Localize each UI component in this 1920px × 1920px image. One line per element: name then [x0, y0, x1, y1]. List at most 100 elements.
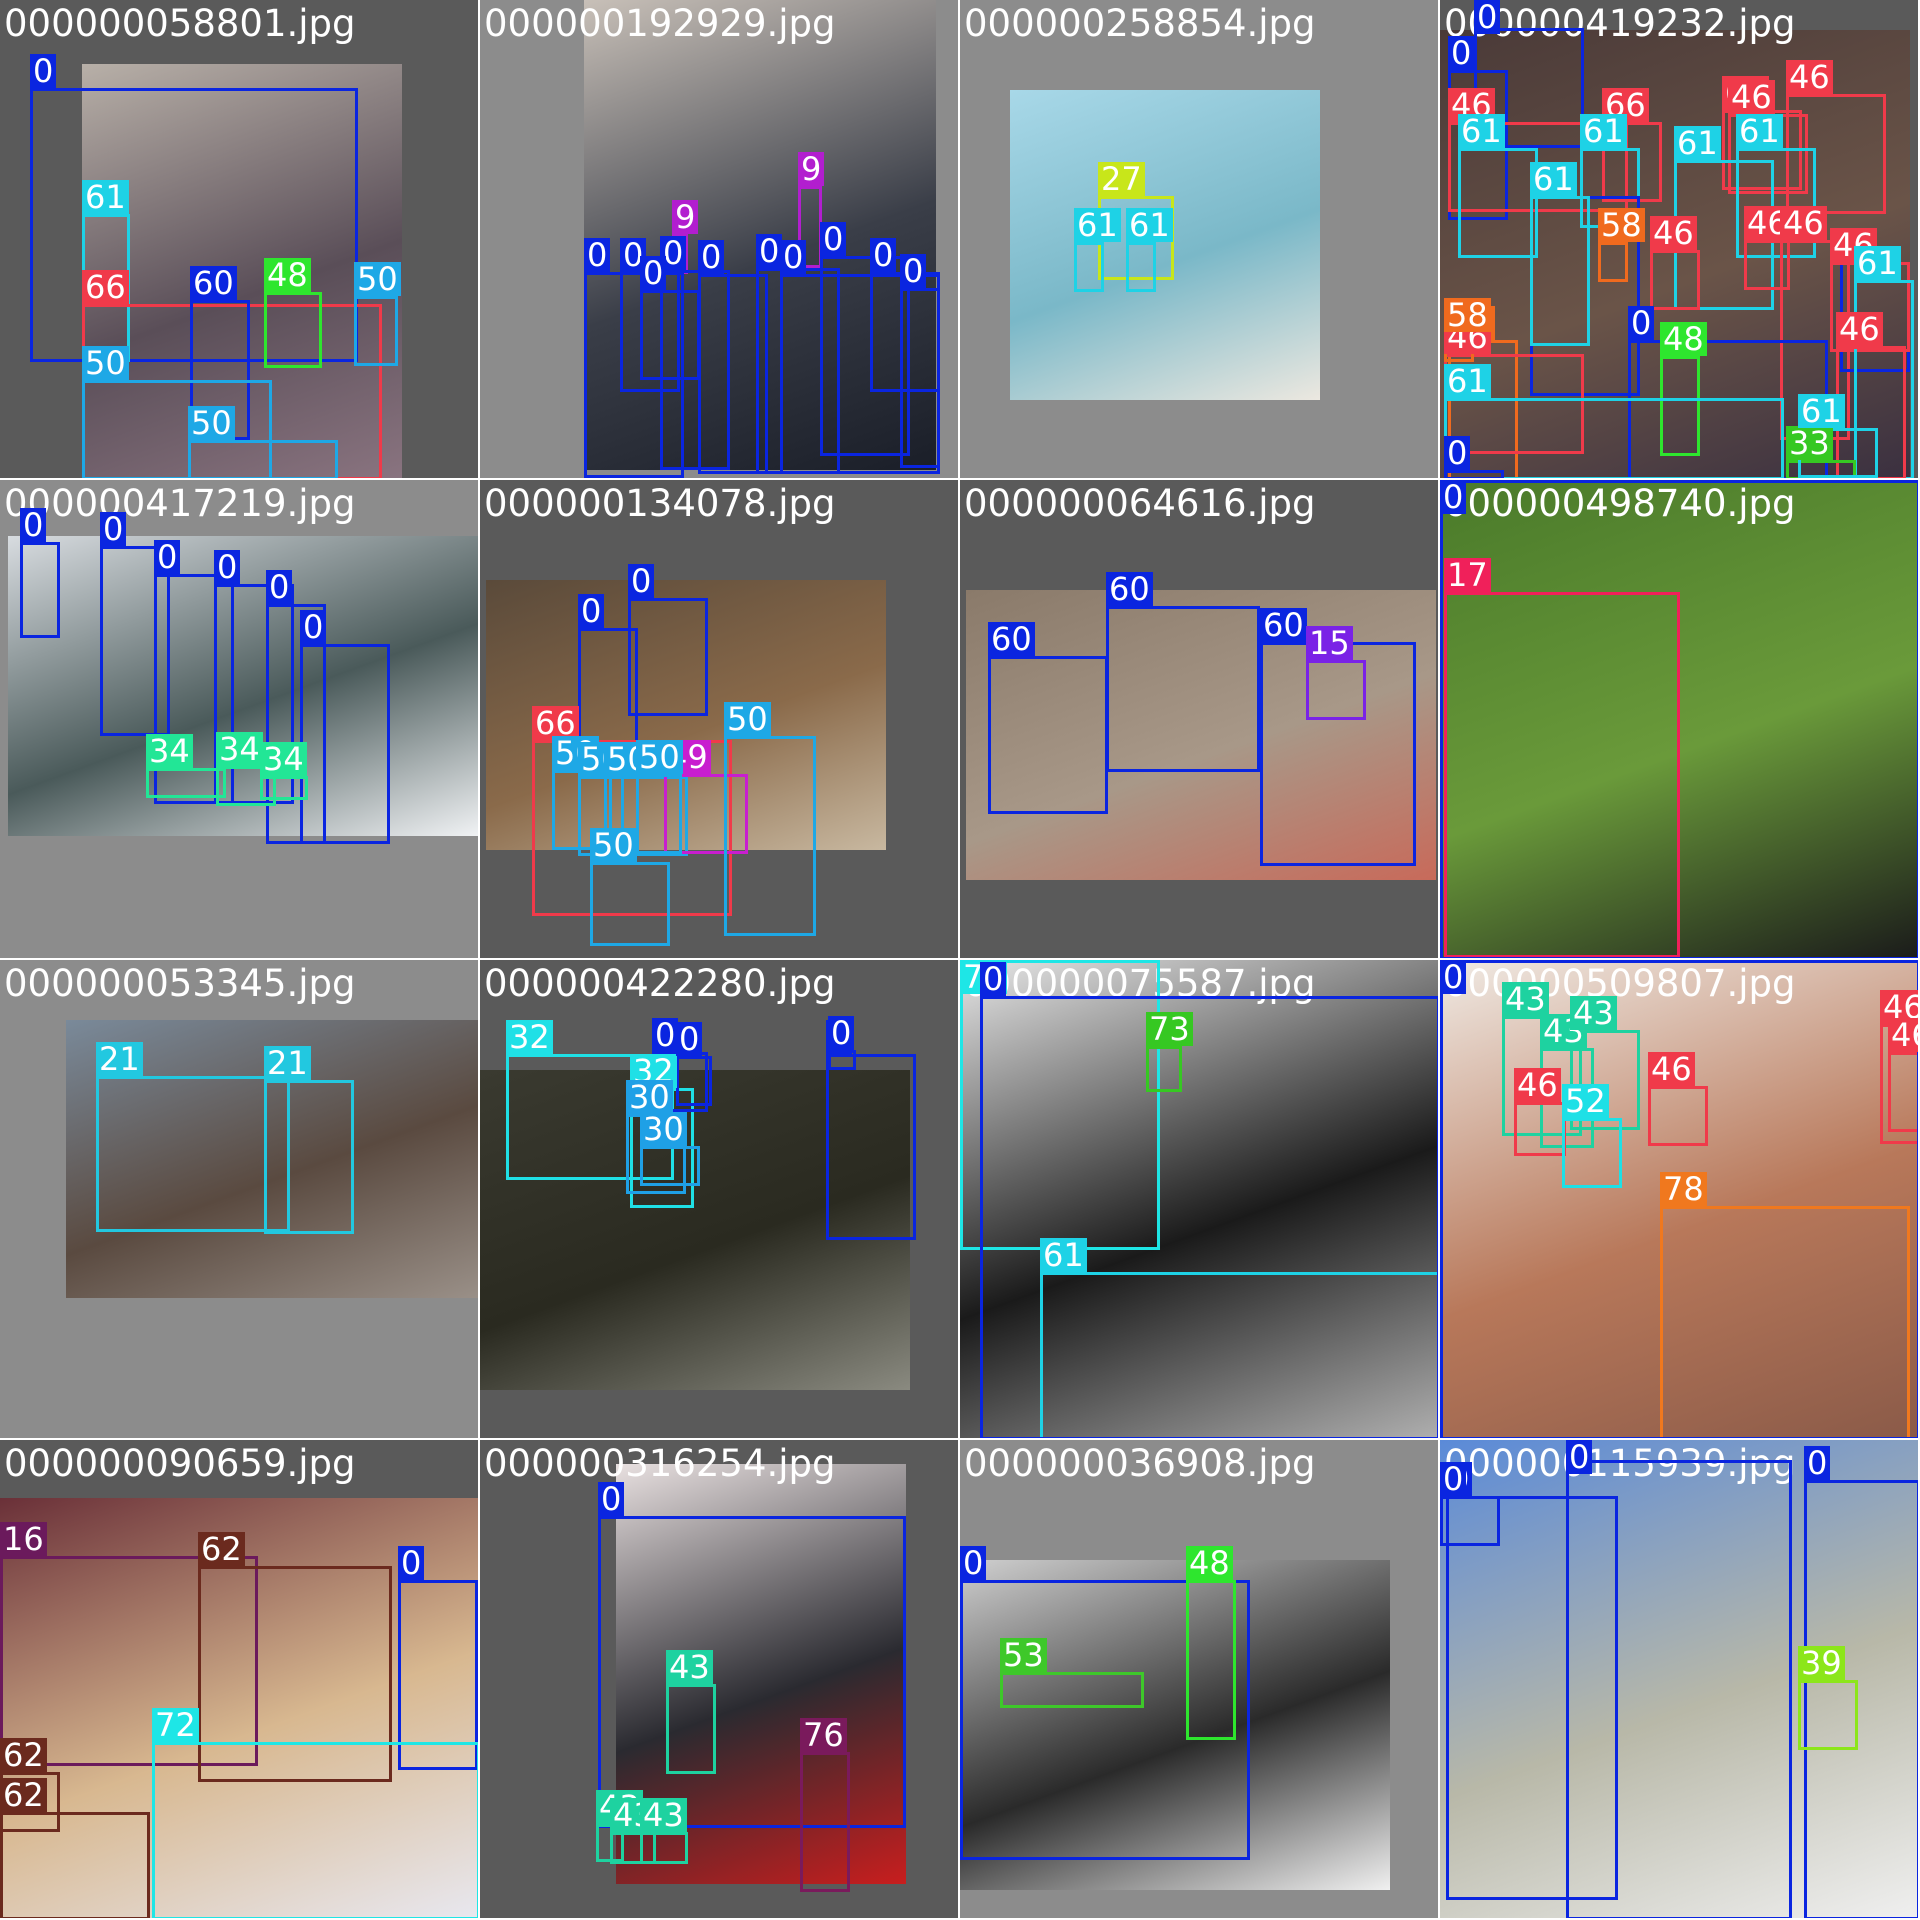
detection-box — [724, 736, 816, 936]
detection-label: 43 — [666, 1650, 713, 1684]
detection-label: 58 — [1598, 208, 1645, 242]
detection-box — [640, 290, 700, 380]
detection-box — [1106, 606, 1260, 772]
tile-filename: 000000090659.jpg — [4, 1442, 356, 1485]
detection-box — [636, 774, 682, 854]
tile-filename: 000000422280.jpg — [484, 962, 836, 1005]
detection-box — [1306, 660, 1366, 720]
detection-label: 0 — [960, 1546, 987, 1580]
detection-box — [1598, 242, 1628, 282]
tile-filename: 000000316254.jpg — [484, 1442, 836, 1485]
mosaic-tile: 000000258854.jpg 27 61 61 — [960, 0, 1440, 480]
detection-label: 50 — [188, 406, 235, 440]
detection-label: 33 — [1786, 426, 1833, 460]
detection-box — [1530, 196, 1590, 346]
detection-label: 61 — [1854, 246, 1901, 280]
detection-label: 62 — [0, 1738, 47, 1772]
detection-label: 0 — [598, 1482, 625, 1516]
detection-label: 61 — [1530, 162, 1577, 196]
detection-label: 52 — [1562, 1084, 1609, 1118]
detection-label: 50 — [590, 828, 637, 862]
detection-box — [1126, 242, 1156, 292]
detection-label: 0 — [780, 240, 807, 274]
detection-label: 50 — [724, 702, 771, 736]
detection-box — [900, 288, 940, 468]
detection-label: 0 — [980, 962, 1007, 996]
tile-filename: 000000053345.jpg — [4, 962, 356, 1005]
detection-label: 39 — [1798, 1646, 1845, 1680]
tile-filename: 000000064616.jpg — [964, 482, 1316, 525]
detection-label: 30 — [626, 1080, 673, 1114]
detection-box — [628, 598, 708, 716]
detection-label: 0 — [1440, 960, 1467, 994]
detection-box — [1440, 480, 1918, 958]
detection-label: 0 — [300, 610, 327, 644]
detection-label: 16 — [0, 1522, 47, 1556]
detection-box — [676, 1056, 712, 1106]
detection-label: 73 — [1146, 1012, 1193, 1046]
detection-box — [826, 1054, 916, 1240]
mosaic-tile: 000000134078.jpg 0 0 66 50 50 50 49 50 50 50 — [480, 480, 960, 960]
detection-box — [988, 656, 1108, 814]
detection-box — [260, 776, 308, 800]
detection-label: 76 — [800, 1718, 847, 1752]
detection-label: 0 — [828, 1016, 855, 1050]
detection-label: 60 — [988, 622, 1035, 656]
detection-box — [1566, 1460, 1792, 1918]
detection-label: 9 — [798, 152, 825, 186]
detection-label: 60 — [1106, 572, 1153, 606]
detection-label: 0 — [1448, 36, 1475, 70]
detection-label: 46 — [1836, 312, 1883, 346]
tile-filename: 000000134078.jpg — [484, 482, 836, 525]
detection-label: 34 — [146, 734, 193, 768]
mosaic-tile: 000000115939.jpg000039 — [1440, 1440, 1920, 1920]
detection-label: 61 — [1674, 126, 1721, 160]
detection-label: 0 — [900, 254, 927, 288]
tile-filename: 000000192929.jpg — [484, 2, 836, 45]
tile-filename: 000000417219.jpg — [4, 482, 356, 525]
mosaic-tile: 000000058801.jpg 0 61 66 60 48 50 50 50 — [0, 0, 480, 480]
mosaic-tile: 000000316254.jpg04376434343 — [480, 1440, 960, 1920]
detection-box — [1444, 398, 1784, 478]
detection-label: 0 — [652, 1018, 679, 1052]
detection-box — [578, 628, 638, 748]
detection-label: 46 — [1650, 216, 1697, 250]
detection-label: 72 — [152, 1708, 199, 1742]
detection-box — [800, 1752, 850, 1892]
detection-label: 46 — [1786, 60, 1833, 94]
detection-box — [354, 296, 398, 366]
detection-label: 0 — [398, 1546, 425, 1580]
detection-label: 0 — [584, 238, 611, 272]
detection-box — [20, 542, 60, 638]
detection-box — [188, 440, 338, 478]
detection-label: 0 — [640, 256, 667, 290]
detection-label: 0 — [1566, 1440, 1593, 1474]
detection-box — [0, 1812, 150, 1918]
detection-label: 21 — [264, 1046, 311, 1080]
detection-label: 0 — [100, 512, 127, 546]
detection-label: 78 — [1660, 1172, 1707, 1206]
detection-label: 32 — [506, 1020, 553, 1054]
detection-label: 61 — [1040, 1238, 1087, 1272]
detection-label: 46 — [1648, 1052, 1695, 1086]
detection-label: 46 — [1514, 1068, 1561, 1102]
detection-box — [152, 1742, 478, 1918]
detection-box — [300, 644, 390, 844]
detection-label: 0 — [676, 1022, 703, 1056]
detection-label: 61 — [1736, 114, 1783, 148]
detection-label: 0 — [698, 240, 725, 274]
mosaic-tile: 000000422280.jpg323230300000 — [480, 960, 960, 1440]
detection-label: 50 — [354, 262, 401, 296]
mosaic-tile: 000000509807.jpg4343434652464646780 — [1440, 960, 1920, 1440]
detection-box — [1650, 250, 1700, 310]
detection-label: 61 — [1074, 208, 1121, 242]
detection-label: 15 — [1306, 626, 1353, 660]
detection-label: 0 — [1474, 0, 1501, 34]
detection-label: 66 — [82, 270, 129, 304]
detection-label: 61 — [82, 180, 129, 214]
mosaic-tile: 000000090659.jpg 16 62 0 72 62 62 — [0, 1440, 480, 1920]
mosaic-tile: 000000417219.jpg 0 0 0 0 0 0 34 34 34 — [0, 480, 480, 960]
detection-label: 17 — [1444, 558, 1491, 592]
detection-label: 43 — [640, 1798, 687, 1832]
detection-label: 46 — [1888, 1018, 1918, 1052]
